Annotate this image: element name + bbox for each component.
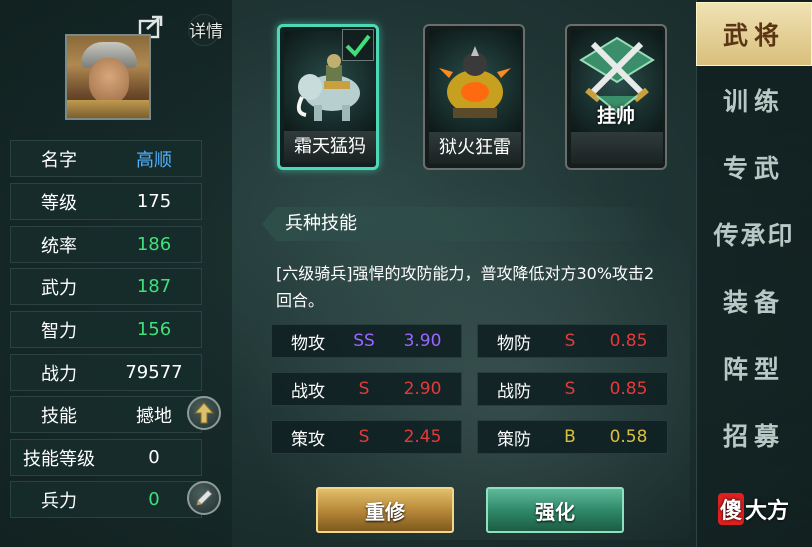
nav-tab-inheritance-seal[interactable]: 传承印 <box>696 204 812 264</box>
stat-row-troops: 兵力 0 <box>10 481 202 518</box>
stat-label: 技能等级 <box>23 448 95 470</box>
stat-row-skill: 技能 撼地 <box>10 396 202 433</box>
attr-strategy-attack: 策攻 S 2.45 <box>271 420 462 454</box>
attr-value: 0.85 <box>609 379 648 399</box>
stat-value: 186 <box>136 234 172 255</box>
stat-value: 高顺 <box>136 149 172 171</box>
attr-value: 0.85 <box>609 331 648 351</box>
attr-grade: S <box>358 379 370 399</box>
check-icon <box>345 34 371 57</box>
nav-tab-formation[interactable]: 阵型 <box>696 338 812 398</box>
attr-value: 0.58 <box>609 427 648 447</box>
nav-tab-recruit[interactable]: 招募 <box>696 405 812 465</box>
stat-value: 79577 <box>125 362 183 383</box>
unit-card-art <box>429 30 521 134</box>
selected-check-icon <box>342 29 374 61</box>
attr-value: 2.45 <box>403 427 442 447</box>
nav-tab-training[interactable]: 训练 <box>696 70 812 130</box>
stat-row-power: 战力 79577 <box>10 354 202 391</box>
stat-label: 统率 <box>41 235 77 257</box>
stat-value: 187 <box>136 276 172 297</box>
stat-label: 武力 <box>41 277 77 299</box>
stat-row-level: 等级 175 <box>10 183 202 220</box>
site-watermark-logo: 傻 大方 <box>718 493 808 525</box>
attr-grade: B <box>564 427 576 447</box>
attr-physical-defense: 物防 S 0.85 <box>477 324 668 358</box>
stat-row-intellect: 智力 156 <box>10 311 202 348</box>
stat-label: 名字 <box>41 149 77 171</box>
enhance-button[interactable]: 强化 <box>486 487 624 533</box>
up-arrow-icon <box>194 402 214 424</box>
troops-edit-button[interactable] <box>187 481 221 515</box>
stat-label: 技能 <box>41 405 77 427</box>
attr-value: 3.90 <box>403 331 442 351</box>
stat-label: 智力 <box>41 320 77 342</box>
attr-grade: SS <box>353 331 375 351</box>
unit-card-commander[interactable]: 挂帅 <box>565 24 667 170</box>
stat-value: 0 <box>148 447 160 468</box>
nav-tab-exclusive-weapon[interactable]: 专武 <box>696 137 812 197</box>
commander-banner: 挂帅 <box>596 105 635 127</box>
stat-row-command: 统率 186 <box>10 226 202 263</box>
stat-row-name: 名字 高顺 <box>10 140 202 177</box>
skill-upgrade-button[interactable] <box>187 396 221 430</box>
stat-label: 兵力 <box>41 490 77 512</box>
watermark-rest: 大方 <box>745 499 790 524</box>
beast-icon <box>439 46 511 118</box>
stat-label: 等级 <box>41 192 77 214</box>
attr-physical-attack: 物攻 SS 3.90 <box>271 324 462 358</box>
stat-value: 156 <box>136 319 172 340</box>
stat-value: 175 <box>136 191 172 212</box>
attr-grade: S <box>564 379 576 399</box>
attr-grade: S <box>564 331 576 351</box>
watermark-red-char: 傻 <box>718 493 745 525</box>
general-portrait <box>65 34 151 120</box>
nav-tab-generals[interactable]: 武将 <box>696 2 812 66</box>
skill-title: 兵种技能 <box>285 213 357 234</box>
attr-grade: S <box>358 427 370 447</box>
rebuild-button[interactable]: 重修 <box>316 487 454 533</box>
detail-button-label: 详情 <box>189 21 223 42</box>
nav-tab-equipment[interactable]: 装备 <box>696 271 812 331</box>
pencil-icon <box>196 489 213 506</box>
unit-card-frost-mammoth[interactable]: 霜天猛犸 <box>277 24 379 170</box>
stat-label: 战力 <box>41 363 77 385</box>
attr-value: 2.90 <box>403 379 442 399</box>
attr-tactic-defense: 战防 S 0.85 <box>477 372 668 406</box>
attr-strategy-defense: 策防 B 0.58 <box>477 420 668 454</box>
unit-card-hellfire-thunder[interactable]: 狱火狂雷 <box>423 24 525 170</box>
skill-description: [六级骑兵]强悍的攻防能力，普攻降低对方30%攻击2回合。 <box>276 264 655 310</box>
unit-card-label: 霜天猛犸 <box>284 131 376 163</box>
unit-card-label: 狱火狂雷 <box>429 132 521 164</box>
stat-row-force: 武力 187 <box>10 268 202 305</box>
stat-row-skill-level: 技能等级 0 <box>10 439 202 476</box>
detail-button[interactable]: 详情 <box>186 12 226 46</box>
unit-card-label <box>571 132 663 164</box>
attr-tactic-attack: 战攻 S 2.90 <box>271 372 462 406</box>
